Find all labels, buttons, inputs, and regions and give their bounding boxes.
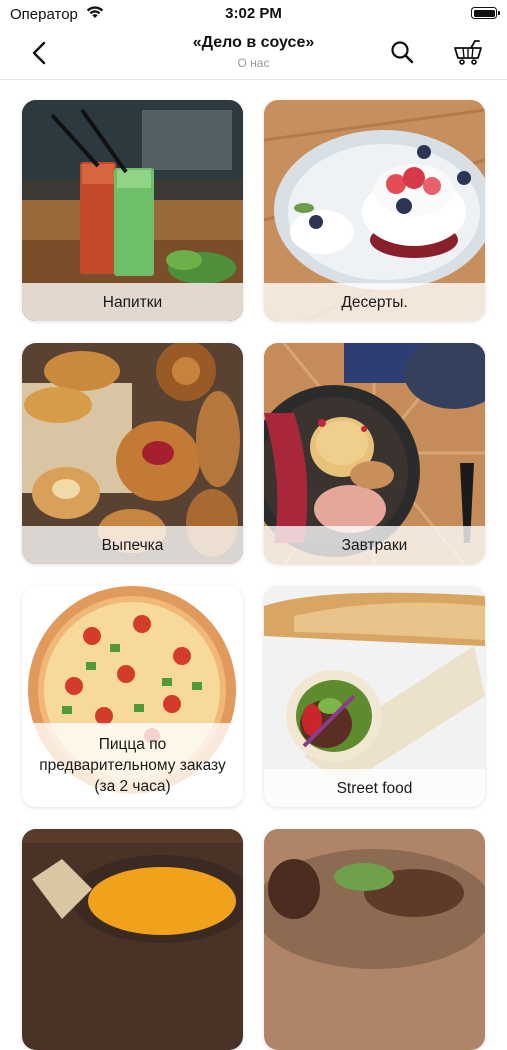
category-label: Десерты. xyxy=(264,283,485,321)
battery-icon xyxy=(471,7,500,19)
cart-button[interactable] xyxy=(452,38,484,66)
search-icon xyxy=(391,41,414,64)
back-button[interactable] xyxy=(24,38,54,68)
category-card-street-food[interactable]: Street food xyxy=(264,586,485,807)
status-bar: Оператор 3:02 PM xyxy=(0,0,507,28)
page-title: «Дело в соусе» xyxy=(192,34,315,51)
basket-icon xyxy=(454,40,482,65)
nav-titles: «Дело в соусе» О нас xyxy=(100,34,407,70)
clock: 3:02 PM xyxy=(225,5,282,22)
category-label: Street food xyxy=(264,769,485,807)
category-card-bakery[interactable]: Выпечка xyxy=(22,343,243,564)
category-label: Напитки xyxy=(22,283,243,321)
soup-image xyxy=(22,829,243,1050)
grill-image xyxy=(264,829,485,1050)
search-button[interactable] xyxy=(388,38,416,66)
category-card-soup[interactable] xyxy=(22,829,243,1050)
category-label: Выпечка xyxy=(22,526,243,564)
category-label: Завтраки xyxy=(264,526,485,564)
page-subtitle[interactable]: О нас xyxy=(100,56,407,70)
navigation-bar: «Дело в соусе» О нас xyxy=(0,28,507,80)
chevron-left-icon xyxy=(32,41,46,65)
category-card-drinks[interactable]: Напитки xyxy=(22,100,243,321)
category-card-pizza[interactable]: Пицца по предварительному заказу (за 2 ч… xyxy=(22,586,243,807)
category-card-grill[interactable] xyxy=(264,829,485,1050)
category-card-breakfasts[interactable]: Завтраки xyxy=(264,343,485,564)
category-label: Пицца по предварительному заказу (за 2 ч… xyxy=(22,723,243,807)
category-card-desserts[interactable]: Десерты. xyxy=(264,100,485,321)
